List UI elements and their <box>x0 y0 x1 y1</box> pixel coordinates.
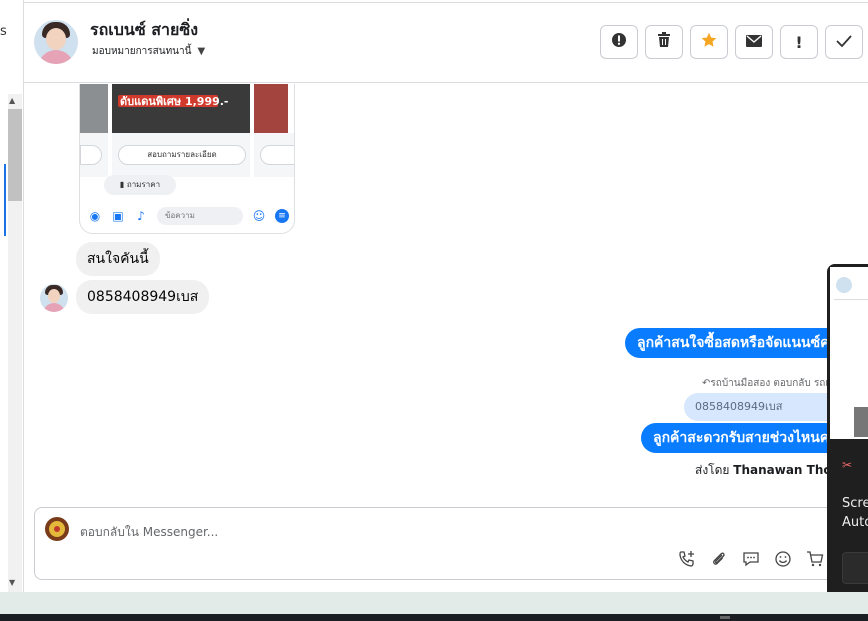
assign-label: มอบหมายการสนทนานี้ <box>92 46 192 57</box>
scroll-down-arrow-icon[interactable]: ▼ <box>9 578 15 587</box>
assign-conversation-dropdown[interactable]: มอบหมายการสนทนานี้ ▼ <box>92 44 205 59</box>
page-avatar <box>45 517 69 541</box>
reply-composer[interactable]: ตอบกลับใน Messenger... <box>34 507 834 580</box>
screenshot-notification[interactable]: ✂ Scre Auto <box>827 264 868 601</box>
check-icon <box>836 33 852 51</box>
contact-avatar[interactable] <box>34 20 78 64</box>
cart-icon[interactable] <box>806 550 824 568</box>
menu-icon: ≡ <box>275 209 289 223</box>
reply-input[interactable]: ตอบกลับใน Messenger... <box>80 523 218 542</box>
screenshot-thumbnail[interactable] <box>827 264 868 442</box>
snipping-tool-icon: ✂ <box>842 458 853 472</box>
reply-meta: ↶รถบ้านมือสอง ตอบกลับ รถเบ <box>702 376 835 391</box>
exclamation-icon: ! <box>795 32 803 52</box>
card-button <box>80 145 102 165</box>
conversation-header: รถเบนซ์ สายซิ่ง มอบหมายการสนทนานี้ ▼ ! <box>24 0 868 83</box>
ask-price-button: ▮ ถามราคา <box>104 175 176 195</box>
envelope-icon <box>746 33 762 51</box>
trash-icon <box>657 32 671 52</box>
preview-composer: ◉ ▣ ♪ ข้อความ ☺ ≡ <box>88 205 292 227</box>
price-banner-text: ดับแดนพิเศษ 1,999.- <box>120 95 229 108</box>
notification-title: Scre <box>842 496 868 511</box>
divider <box>24 2 868 3</box>
reply-meta-text: รถบ้านมือสอง ตอบกลับ รถเบ <box>710 378 836 389</box>
message-thread[interactable]: ดับแดนพิเศษ 1,999.- สอบถามรายละเอียด ▮ ถ… <box>24 84 868 504</box>
camera-icon: ◉ <box>89 209 101 223</box>
card-button <box>260 145 294 165</box>
phone-plus-icon[interactable] <box>678 550 696 568</box>
header-actions: ! <box>600 25 863 59</box>
scrollbar-thumb[interactable] <box>8 109 22 201</box>
shared-image-preview[interactable]: ดับแดนพิเศษ 1,999.- สอบถามรายละเอียด ▮ ถ… <box>79 84 295 234</box>
notification-action-button[interactable] <box>842 552 868 584</box>
contact-avatar-small[interactable] <box>40 284 68 312</box>
contact-name[interactable]: รถเบนซ์ สายซิ่ง <box>90 18 198 43</box>
image-icon: ▣ <box>112 209 124 223</box>
caret-down-icon: ▼ <box>197 46 206 57</box>
microphone-icon: ♪ <box>137 209 145 223</box>
sender-name: Thanawan Thon <box>733 463 841 477</box>
conversation-list-edge: s ▲ ▼ <box>0 0 24 592</box>
scroll-up-arrow-icon[interactable]: ▲ <box>9 96 15 105</box>
smiley-icon[interactable] <box>774 550 792 568</box>
star-icon <box>701 32 717 52</box>
car-photo <box>254 84 288 133</box>
mark-spam-button[interactable] <box>600 25 638 59</box>
mark-done-button[interactable] <box>825 25 863 59</box>
notification-body: Auto <box>842 515 868 530</box>
incoming-message[interactable]: 0858408949เบส <box>76 280 210 314</box>
star-button[interactable] <box>690 25 728 59</box>
preview-input: ข้อความ <box>157 207 243 225</box>
delete-button[interactable] <box>645 25 683 59</box>
mark-unread-button[interactable] <box>735 25 773 59</box>
details-button: สอบถามรายละเอียด <box>118 145 246 165</box>
sent-by-prefix: ส่งโดย <box>695 463 730 477</box>
incoming-message[interactable]: สนใจคันนี้ <box>76 242 160 276</box>
exclamation-circle-icon <box>611 32 627 52</box>
paperclip-icon[interactable] <box>710 550 728 568</box>
smiley-icon: ☺ <box>252 209 266 223</box>
follow-up-button[interactable]: ! <box>780 25 818 59</box>
divider <box>108 84 112 177</box>
document-icon: ▮ <box>119 180 127 189</box>
car-photo <box>80 84 108 133</box>
selected-indicator <box>4 164 6 236</box>
desktop-background <box>0 592 868 614</box>
sent-by-label: ส่งโดย Thanawan Thon <box>695 461 840 480</box>
taskbar <box>0 614 868 621</box>
ask-price-label: ถามราคา <box>126 180 161 189</box>
inbox-window: s ▲ ▼ รถเบนซ์ สายซิ่ง มอบหมายการสนทนานี้… <box>0 0 868 621</box>
composer-tools <box>678 550 824 568</box>
speech-bubble-icon[interactable] <box>742 550 760 568</box>
cut-off-label: s <box>0 24 7 39</box>
divider <box>250 84 254 177</box>
